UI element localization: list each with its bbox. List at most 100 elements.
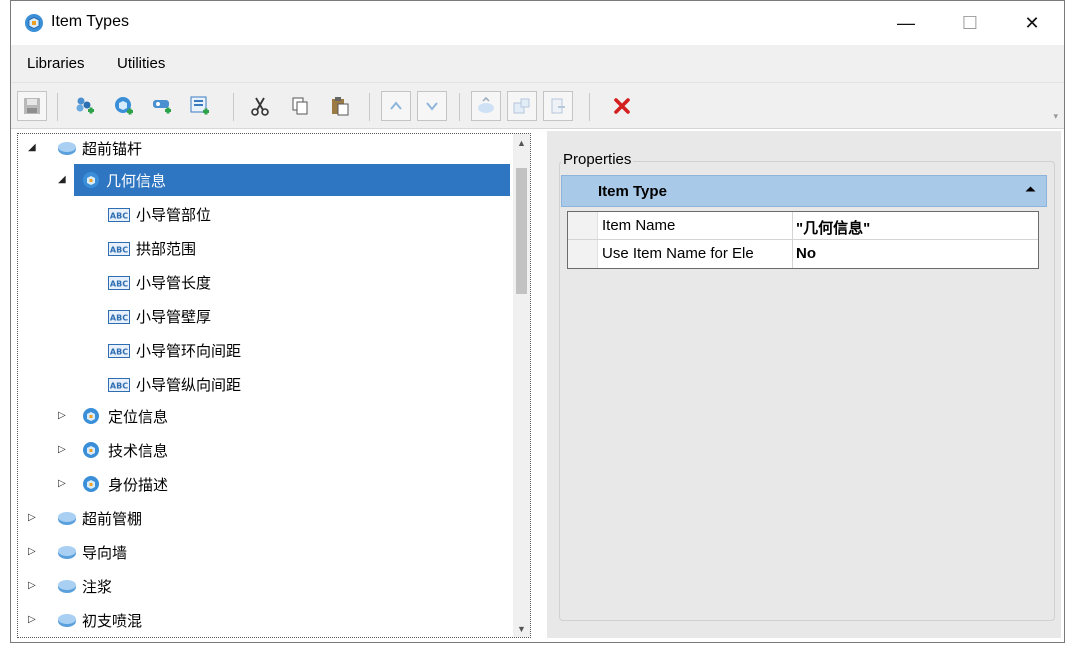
tree-node-label: 技术信息 [108, 443, 169, 460]
collapsed-arrow-icon[interactable]: ▷ [28, 615, 38, 625]
minimize-button[interactable]: — [883, 1, 929, 45]
svg-text:ABC: ABC [110, 246, 128, 255]
tree-node-property[interactable]: ABC 小导管纵向间距 [18, 368, 515, 400]
scrollbar-thumb[interactable] [516, 168, 527, 294]
toolbar-separator [369, 93, 370, 121]
collapsed-arrow-icon[interactable]: ▷ [28, 581, 38, 591]
attach-button[interactable] [471, 91, 501, 121]
tree-vertical-scrollbar[interactable]: ▲ ▼ [513, 134, 530, 637]
tree-node-library[interactable]: ◢ 超前锚杆 [18, 134, 515, 164]
new-item-type-icon [115, 97, 133, 115]
item-type-section-header[interactable]: Item Type ⏶ [561, 175, 1047, 207]
tree-node-item-type[interactable]: ▷ 定位信息 [18, 400, 515, 432]
library-icon [58, 142, 76, 155]
move-down-icon [426, 102, 438, 111]
tree-node-label: 几何信息 [106, 173, 167, 190]
collapsed-arrow-icon[interactable]: ▷ [58, 445, 68, 455]
tree-node-item-type[interactable]: ▷ 身份描述 [18, 468, 515, 500]
tree-node-label: 初支喷混 [82, 613, 143, 630]
property-value[interactable]: No [796, 245, 816, 262]
tree-node-library[interactable]: ▷ 超前管棚 [18, 502, 515, 534]
collapsed-arrow-icon[interactable]: ▷ [28, 547, 38, 557]
tree-node-item-type[interactable]: ▷ 技术信息 [18, 434, 515, 466]
maximize-button[interactable]: ☐ [947, 1, 993, 45]
tree-node-property[interactable]: ABC 小导管长度 [18, 266, 515, 298]
tree-node-property[interactable]: ABC 小导管壁厚 [18, 300, 515, 332]
item-type-icon [83, 172, 99, 188]
new-library-icon [76, 97, 94, 114]
expanded-arrow-icon[interactable]: ◢ [28, 143, 38, 153]
collapse-chevron-icon[interactable]: ⏶ [1025, 181, 1036, 198]
menu-bar: Libraries Utilities [11, 45, 1064, 83]
tree-node-library[interactable]: ▷ 注浆 [18, 570, 515, 602]
paste-button[interactable] [325, 91, 355, 121]
copy-icon [292, 97, 308, 115]
tree-node-label: 拱部范围 [136, 241, 197, 258]
tree-node-label: 小导管长度 [136, 275, 212, 292]
copy-button[interactable] [285, 91, 315, 121]
item-type-icon [83, 442, 99, 458]
tree-node-library[interactable]: ▷ 初支喷混 [18, 604, 515, 636]
new-library-button[interactable] [69, 91, 99, 121]
title-bar: Item Types — ☐ ✕ [11, 1, 1064, 45]
collapsed-arrow-icon[interactable]: ▷ [58, 479, 68, 489]
item-types-app-icon [25, 14, 43, 32]
tree-node-library[interactable]: ▷ 导向墙 [18, 536, 515, 568]
new-property-button[interactable] [147, 91, 177, 121]
toolbar-overflow-grip[interactable]: ▾ [1053, 111, 1058, 122]
toolbar-separator [57, 93, 58, 121]
item-type-icon [83, 476, 99, 492]
toolbar-separator [233, 93, 234, 121]
close-button[interactable]: ✕ [1009, 1, 1055, 45]
text-property-icon: ABC [108, 242, 130, 256]
export-button[interactable] [543, 91, 573, 121]
property-row-use-item-name[interactable]: Use Item Name for Ele No [568, 240, 1038, 268]
tree-node-label: 超前管棚 [82, 511, 143, 528]
menu-libraries[interactable]: Libraries [27, 55, 85, 72]
save-button[interactable] [17, 91, 47, 121]
tree-node-label: 定位信息 [108, 409, 169, 426]
new-expression-property-button[interactable] [185, 91, 215, 121]
scroll-up-arrow-icon[interactable]: ▲ [513, 134, 530, 151]
property-value[interactable]: "几何信息" [796, 217, 870, 238]
new-item-type-button[interactable] [109, 91, 139, 121]
move-up-button[interactable] [381, 91, 411, 121]
tree-node-property[interactable]: ABC 拱部范围 [18, 232, 515, 264]
delete-icon [614, 98, 630, 114]
column-divider[interactable] [792, 212, 793, 239]
cut-button[interactable] [245, 91, 275, 121]
collapsed-arrow-icon[interactable]: ▷ [58, 411, 68, 421]
property-name: Use Item Name for Ele [602, 245, 754, 262]
properties-panel: Properties Item Type ⏶ Item Name "几何信息" … [547, 131, 1061, 638]
tree-node-label: 小导管部位 [136, 207, 212, 224]
export-icon [551, 98, 565, 114]
text-property-icon: ABC [108, 344, 130, 358]
row-margin [568, 212, 598, 239]
tree-node-property[interactable]: ABC 小导管部位 [18, 198, 515, 230]
delete-button[interactable] [607, 91, 637, 121]
collapsed-arrow-icon[interactable]: ▷ [28, 513, 38, 523]
save-icon [24, 98, 40, 114]
paste-icon [332, 97, 349, 116]
move-up-icon [390, 101, 402, 110]
expanded-arrow-icon[interactable]: ◢ [58, 175, 68, 185]
scroll-down-arrow-icon[interactable]: ▼ [513, 620, 530, 637]
item-types-window: Item Types — ☐ ✕ Libraries Utilities ▾ ◢… [10, 0, 1065, 643]
column-divider[interactable] [792, 240, 793, 268]
move-down-button[interactable] [417, 91, 447, 121]
tree-node-label: 注浆 [82, 579, 113, 596]
tree-node-property[interactable]: ABC 小导管环向间距 [18, 334, 515, 366]
property-name: Item Name [602, 217, 676, 234]
text-property-icon: ABC [108, 378, 130, 392]
item-type-icon [83, 408, 99, 424]
tree-node-item-type[interactable]: ◢ 几何信息 [18, 164, 515, 196]
tree-node-label: 小导管壁厚 [136, 309, 212, 326]
menu-utilities[interactable]: Utilities [117, 55, 165, 72]
attach-icon [478, 97, 494, 113]
item-type-tree[interactable]: ◢ 超前锚杆 ◢ 几何信息 ABC 小导管部位 ABC 拱部范围 ABC 小导管… [17, 133, 531, 638]
text-property-icon: ABC [108, 208, 130, 222]
property-row-item-name[interactable]: Item Name "几何信息" [568, 212, 1038, 240]
tree-node-label: 超前锚杆 [82, 141, 143, 158]
tree-node-label: 小导管环向间距 [136, 343, 242, 360]
import-button[interactable] [507, 91, 537, 121]
